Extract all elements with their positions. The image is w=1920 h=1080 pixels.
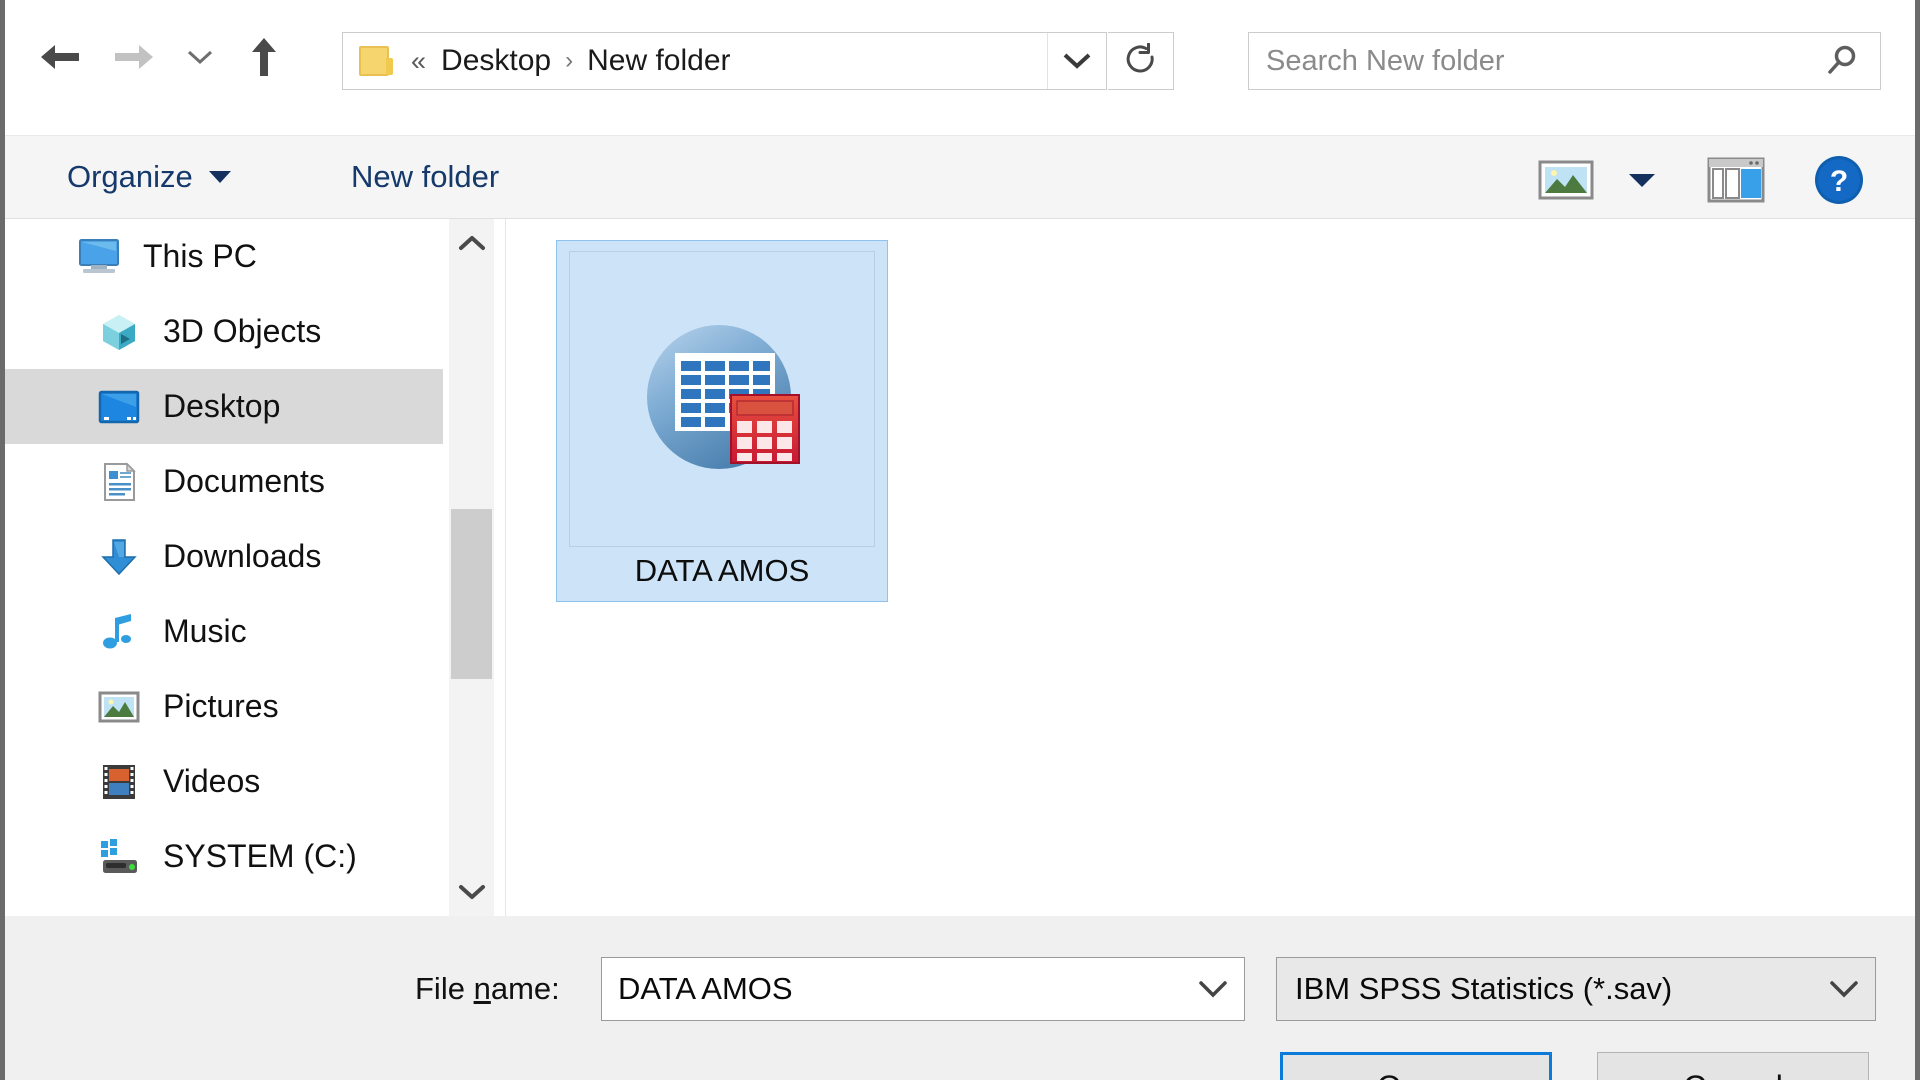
sidebar-item-label: 3D Objects [163,313,322,349]
organize-button[interactable]: Organize [57,150,241,204]
chevron-down-icon [187,50,213,65]
search-icon[interactable] [1824,43,1860,79]
file-name-input[interactable]: DATA AMOS [601,957,1245,1021]
breadcrumb-separator[interactable]: › [559,47,579,75]
recent-locations-button[interactable] [177,28,223,86]
scrollbar-thumb[interactable] [451,509,492,679]
sidebar-item-label: SYSTEM (C:) [163,838,357,874]
sidebar-item-label: Downloads [163,538,322,574]
open-button[interactable]: Open [1280,1052,1552,1080]
cancel-button[interactable]: Cancel [1597,1052,1869,1080]
sidebar-item-downloads[interactable]: Downloads [5,519,443,594]
preview-pane-button[interactable] [1707,156,1765,204]
this-pc-icon [77,237,121,277]
toolbar: Organize New folder ? [5,136,1915,341]
caret-down-icon [208,171,231,183]
file-list-pane[interactable]: DATA AMOS [505,219,1915,916]
file-name-label: File name: [415,971,560,1006]
caret-down-icon [1629,174,1655,187]
sidebar-item-label: Desktop [163,388,281,424]
picture-view-icon [1538,160,1594,200]
new-folder-button[interactable]: New folder [341,150,509,204]
navigation-bar: « Desktop › New folder Search New folder [5,0,1915,136]
3d-objects-icon [97,312,141,352]
svg-text:?: ? [1830,165,1848,198]
sidebar-item-pictures[interactable]: Pictures [5,669,443,744]
sidebar-item-label: Videos [163,763,261,799]
up-one-level-button[interactable] [235,28,293,86]
sidebar-item-label: Music [163,613,247,649]
sidebar-item-label: Documents [163,463,325,499]
breadcrumb-item-desktop[interactable]: Desktop [433,40,559,82]
pictures-icon [97,687,141,727]
preview-pane-icon [1707,157,1765,203]
refresh-button[interactable] [1108,32,1174,90]
search-input[interactable]: Search New folder [1248,32,1881,90]
sidebar-item-3d-objects[interactable]: 3D Objects [5,294,443,369]
dialog-footer: File name: DATA AMOS IBM SPSS Statistics… [5,917,1915,1080]
sidebar-item-music[interactable]: Music [5,594,443,669]
breadcrumb-overflow[interactable]: « [403,46,433,77]
dialog-body: This PC 3D Objects Desktop Documents Dow… [5,219,1915,916]
chevron-down-icon [1199,981,1227,998]
documents-icon [97,461,141,502]
folder-icon [357,45,393,77]
scroll-up-button[interactable] [449,219,494,267]
help-button[interactable]: ? [1813,154,1865,206]
file-open-dialog: « Desktop › New folder Search New folder [0,0,1920,1080]
open-button-label: Open [1377,1069,1455,1080]
organize-label: Organize [67,159,193,194]
cancel-button-label: Cancel [1683,1069,1783,1080]
chevron-down-icon [1830,981,1858,998]
desktop-icon [97,387,141,427]
new-folder-label: New folder [351,159,500,194]
file-item-label: DATA AMOS [634,553,810,588]
change-view-button[interactable] [1538,158,1594,202]
forward-button [105,28,163,86]
file-type-select[interactable]: IBM SPSS Statistics (*.sav) [1276,957,1876,1021]
file-item-data-amos[interactable]: DATA AMOS [556,240,888,602]
hard-drive-icon [97,837,141,877]
search-placeholder: Search New folder [1266,44,1505,77]
music-icon [97,612,141,652]
arrow-right-icon [115,45,153,69]
chevron-down-icon [458,885,485,899]
sidebar-item-documents[interactable]: Documents [5,444,443,519]
address-bar[interactable]: « Desktop › New folder [342,32,1107,90]
back-button[interactable] [31,28,89,86]
sidebar-item-this-pc[interactable]: This PC [5,219,443,294]
scroll-down-button[interactable] [449,868,494,916]
view-dropdown-button[interactable] [1618,158,1666,202]
chevron-up-icon [458,236,485,250]
help-question-icon: ? [1815,156,1863,204]
arrow-up-icon [252,38,276,76]
sidebar-scrollbar[interactable] [448,219,494,916]
sidebar-item-label: This PC [143,238,257,274]
sidebar-item-label: Pictures [163,688,279,724]
file-type-dropdown-button[interactable] [1813,958,1875,1020]
file-name-dropdown-button[interactable] [1182,958,1244,1020]
breadcrumb: « Desktop › New folder [403,40,739,82]
refresh-icon [1126,43,1154,73]
navigation-sidebar: This PC 3D Objects Desktop Documents Dow… [5,219,443,916]
file-name-value: DATA AMOS [618,971,793,1006]
sidebar-item-desktop[interactable]: Desktop [5,369,443,444]
file-type-value: IBM SPSS Statistics (*.sav) [1295,971,1673,1006]
chevron-down-icon [1063,53,1091,69]
spss-sav-file-icon [647,325,800,469]
file-thumbnail-frame [569,251,875,547]
videos-icon [97,762,141,802]
downloads-icon [97,537,141,577]
sidebar-item-system-c[interactable]: SYSTEM (C:) [5,819,443,894]
breadcrumb-item-new-folder[interactable]: New folder [579,40,738,82]
address-dropdown-button[interactable] [1047,33,1106,89]
arrow-left-icon [41,45,79,69]
sidebar-item-videos[interactable]: Videos [5,744,443,819]
